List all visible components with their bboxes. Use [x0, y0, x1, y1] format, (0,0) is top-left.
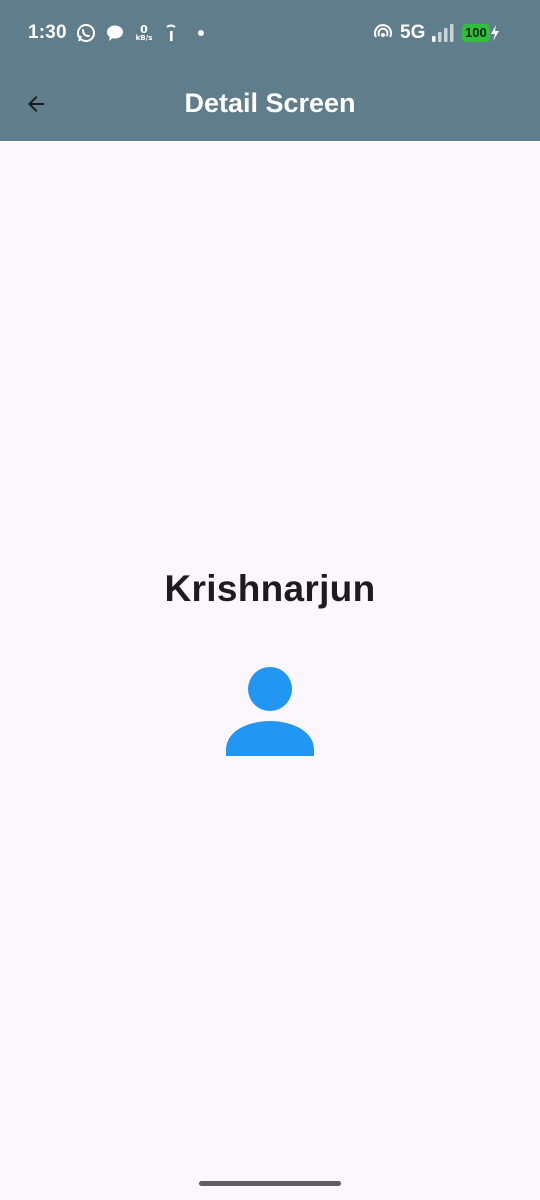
- page-title: Detail Screen: [184, 88, 356, 118]
- back-button[interactable]: [14, 82, 58, 126]
- home-indicator[interactable]: [199, 1181, 341, 1186]
- app-bar: Detail Screen: [0, 66, 540, 141]
- status-bar: 1:30 0 kB/s 5G 100: [0, 0, 540, 66]
- info-icon: [163, 22, 179, 44]
- network-speed-unit: kB/s: [135, 34, 153, 42]
- battery-level: 100: [462, 24, 490, 42]
- top-app-area: 1:30 0 kB/s 5G 100 Detail Screen: [0, 0, 540, 141]
- battery-icon: 100: [462, 24, 500, 42]
- arrow-back-icon: [24, 92, 48, 116]
- signal-icon: [432, 22, 456, 44]
- network-speed-icon: 0 kB/s: [133, 24, 155, 42]
- hotspot-icon: [372, 22, 394, 44]
- person-icon: [222, 664, 318, 760]
- chat-bubble-icon: [105, 22, 125, 44]
- profile-name: Krishnarjun: [164, 568, 376, 609]
- network-type-label: 5G: [400, 22, 426, 43]
- whatsapp-icon: [75, 22, 97, 44]
- dot-icon: [196, 22, 206, 44]
- charging-icon: [490, 25, 500, 41]
- status-time: 1:30: [28, 22, 67, 43]
